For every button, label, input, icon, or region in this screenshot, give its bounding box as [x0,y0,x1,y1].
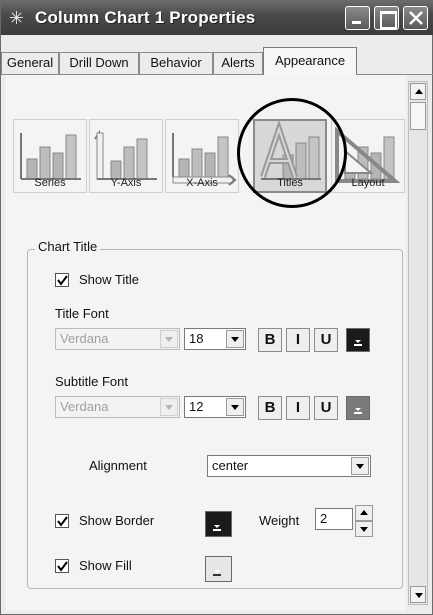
title-bold-button[interactable]: B [258,328,282,352]
tab-drill-down[interactable]: Drill Down [59,52,139,74]
show-title-label: Show Title [79,272,139,287]
arrow-down-icon [360,527,368,532]
weight-spinner[interactable] [355,505,373,537]
scroll-down-button[interactable] [410,586,426,603]
title-font-dropdown-button[interactable] [160,330,178,348]
chevron-down-icon [165,405,173,410]
maximize-button[interactable] [374,6,399,30]
subtitle-size-value: 12 [189,399,204,414]
tab-general[interactable]: General [1,52,59,74]
dropdown-arrow-icon [213,525,221,531]
y-axis-label: Y-Axis [110,177,142,189]
alignment-select[interactable]: center [207,455,371,477]
subtitle-font-select[interactable]: Verdana [55,396,180,418]
arrow-up-icon [360,510,368,515]
chevron-down-icon [231,337,239,342]
chevron-down-icon [356,464,364,469]
weight-increase-button[interactable] [355,505,373,521]
title-font-label: Title Font [55,306,109,321]
layout-label: Layout [351,177,385,189]
x-axis-label: X-Axis [186,177,218,189]
minimize-button[interactable] [345,6,370,30]
dropdown-arrow-icon [354,340,362,346]
chevron-down-icon [231,405,239,410]
subtitle-font-dropdown-button[interactable] [160,398,178,416]
dropdown-arrow-icon [354,408,362,414]
chart-title-heading: Chart Title [35,239,101,254]
title-bar[interactable]: ✳ Column Chart 1 Properties [1,1,433,35]
gear-star-icon: ✳ [9,8,25,28]
border-color-button[interactable] [205,511,232,537]
checkmark-icon [57,275,68,286]
fill-color-button[interactable] [205,556,232,582]
title-size-select[interactable]: 18 [184,328,246,350]
checkmark-icon [57,561,68,572]
series-label: Series [34,177,66,189]
properties-window: ✳ Column Chart 1 Properties General Dril… [0,0,433,615]
x-axis-button[interactable]: X-Axis [165,119,239,193]
close-icon [409,11,423,25]
highlight-circle [237,98,347,208]
tab-behavior[interactable]: Behavior [139,52,213,74]
scroll-up-button[interactable] [410,83,426,100]
checkmark-icon [57,516,68,527]
title-italic-button[interactable]: I [286,328,310,352]
show-fill-checkbox[interactable] [55,559,69,573]
subtitle-color-button[interactable] [346,396,370,420]
alignment-label: Alignment [89,458,147,473]
subtitle-size-select[interactable]: 12 [184,396,246,418]
show-fill-label: Show Fill [79,558,132,573]
chevron-down-icon [165,337,173,342]
tab-appearance[interactable]: Appearance [263,47,357,75]
title-underline-button[interactable]: U [314,328,338,352]
scroll-thumb[interactable] [410,102,426,130]
subtitle-font-label: Subtitle Font [55,374,128,389]
subtitle-italic-button[interactable]: I [286,396,310,420]
weight-decrease-button[interactable] [355,521,373,537]
tab-strip: General Drill Down Behavior Alerts Appea… [1,47,433,75]
subtitle-underline-button[interactable]: U [314,396,338,420]
y-axis-button[interactable]: Y-Axis [89,119,163,193]
title-font-value: Verdana [60,331,109,346]
arrow-up-icon [415,89,423,94]
alignment-dropdown-button[interactable] [351,457,369,475]
show-border-label: Show Border [79,513,155,528]
vertical-scrollbar[interactable] [408,81,428,605]
dropdown-arrow-icon [213,570,221,576]
weight-input[interactable]: 2 [315,508,353,530]
title-size-value: 18 [189,331,204,346]
alignment-value: center [212,458,249,473]
show-border-checkbox[interactable] [55,514,69,528]
title-size-dropdown-button[interactable] [226,330,244,348]
series-button[interactable]: Series [13,119,87,193]
show-title-checkbox[interactable] [55,273,69,287]
tab-alerts[interactable]: Alerts [213,52,263,74]
weight-value: 2 [320,511,328,526]
window-title: Column Chart 1 Properties [35,8,256,27]
subtitle-font-value: Verdana [60,399,109,414]
weight-label: Weight [259,513,300,528]
close-button[interactable] [403,6,428,30]
title-color-button[interactable] [346,328,370,352]
arrow-down-icon [415,593,423,598]
subtitle-size-dropdown-button[interactable] [226,398,244,416]
subtitle-bold-button[interactable]: B [258,396,282,420]
title-font-select[interactable]: Verdana [55,328,180,350]
